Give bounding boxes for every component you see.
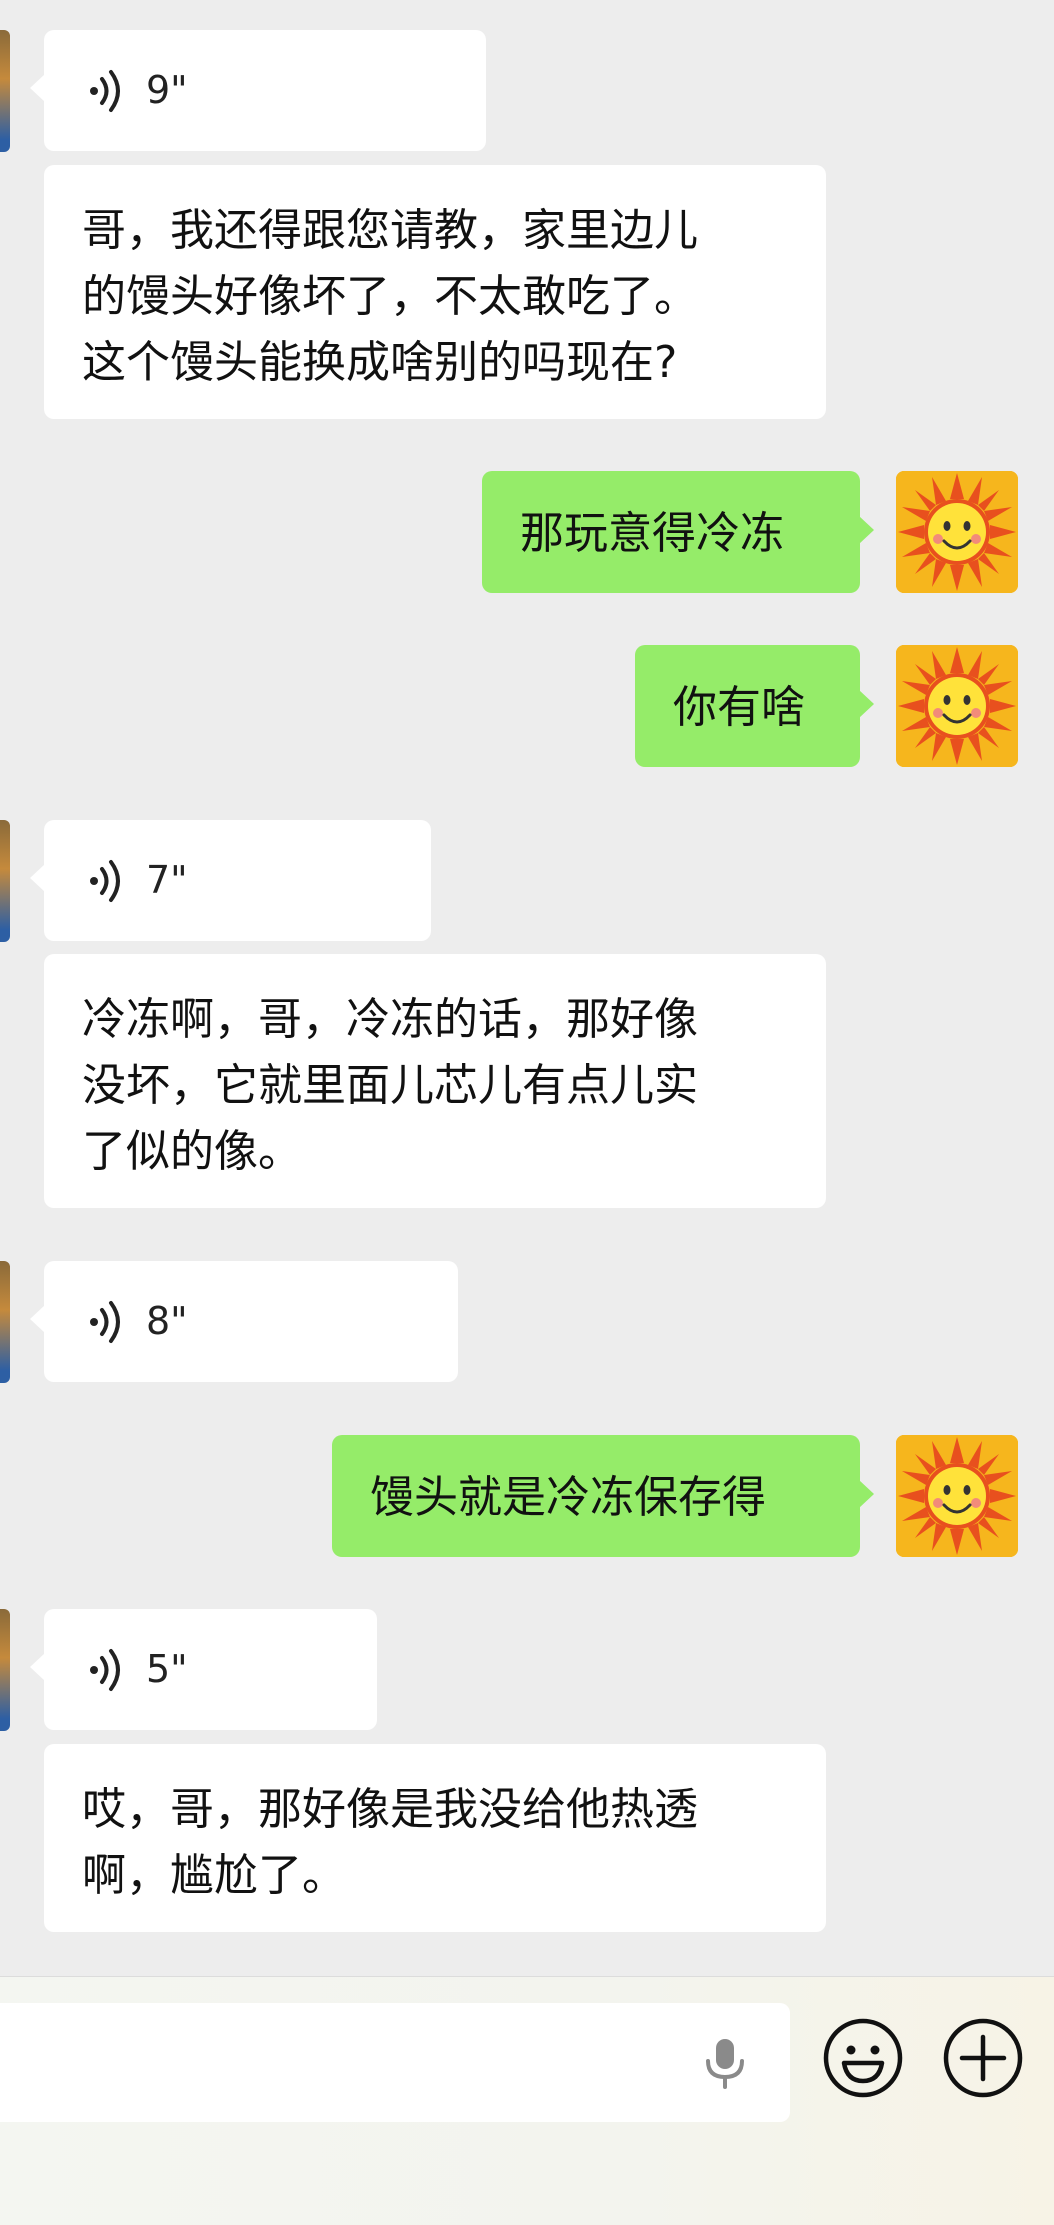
voice-message[interactable]: 5"	[30, 1609, 377, 1730]
text-message[interactable]: 哎，哥，那好像是我没给他热透 啊，尴尬了。	[44, 1744, 826, 1932]
sun-avatar[interactable]	[896, 471, 1018, 593]
message-line: 馒头就是冷冻保存得	[370, 1472, 766, 1523]
message-line: 了似的像。	[82, 1126, 302, 1177]
voice-duration: 7"	[146, 858, 188, 902]
sun-avatar[interactable]	[896, 1435, 1018, 1557]
message-line: 哥，我还得跟您请教，家里边儿	[82, 205, 698, 256]
contact-avatar[interactable]	[0, 1609, 10, 1731]
voice-message[interactable]: 9"	[30, 30, 486, 151]
sun-icon	[896, 1435, 1018, 1557]
voice-wave-icon	[84, 67, 132, 115]
voice-message[interactable]: 8"	[30, 1261, 458, 1382]
message-input[interactable]	[0, 2003, 790, 2122]
text-message[interactable]: 那玩意得冷冻	[482, 471, 874, 593]
message-line: 的馒头好像坏了，不太敢吃了。	[82, 271, 698, 322]
voice-wave-icon	[84, 1646, 132, 1694]
text-message[interactable]: 冷冻啊，哥，冷冻的话，那好像 没坏，它就里面儿芯儿有点儿实 了似的像。	[44, 954, 826, 1208]
sun-icon	[896, 471, 1018, 593]
voice-duration: 9"	[146, 68, 188, 112]
emoji-icon[interactable]	[822, 2017, 904, 2099]
voice-wave-icon	[84, 857, 132, 905]
message-line: 你有啥	[673, 682, 805, 733]
contact-avatar[interactable]	[0, 820, 10, 942]
message-line: 啊，尴尬了。	[82, 1850, 346, 1901]
text-message[interactable]: 馒头就是冷冻保存得	[332, 1435, 874, 1557]
contact-avatar[interactable]	[0, 30, 10, 152]
voice-duration: 5"	[146, 1647, 188, 1691]
message-line: 哎，哥，那好像是我没给他热透	[82, 1784, 698, 1835]
sun-avatar[interactable]	[896, 645, 1018, 767]
voice-message[interactable]: 7"	[30, 820, 431, 941]
message-line: 这个馒头能换成啥别的吗现在?	[82, 337, 678, 388]
text-message[interactable]: 哥，我还得跟您请教，家里边儿 的馒头好像坏了，不太敢吃了。 这个馒头能换成啥别的…	[44, 165, 826, 419]
input-bar	[0, 1976, 1054, 2225]
message-line: 冷冻啊，哥，冷冻的话，那好像	[82, 994, 698, 1045]
sun-icon	[896, 645, 1018, 767]
text-message[interactable]: 你有啥	[635, 645, 874, 767]
message-line: 那玩意得冷冻	[520, 508, 784, 559]
message-line: 没坏，它就里面儿芯儿有点儿实	[82, 1060, 698, 1111]
voice-wave-icon	[84, 1298, 132, 1346]
plus-icon[interactable]	[942, 2017, 1024, 2099]
contact-avatar[interactable]	[0, 1261, 10, 1383]
microphone-icon[interactable]	[700, 2037, 750, 2089]
voice-duration: 8"	[146, 1299, 188, 1343]
